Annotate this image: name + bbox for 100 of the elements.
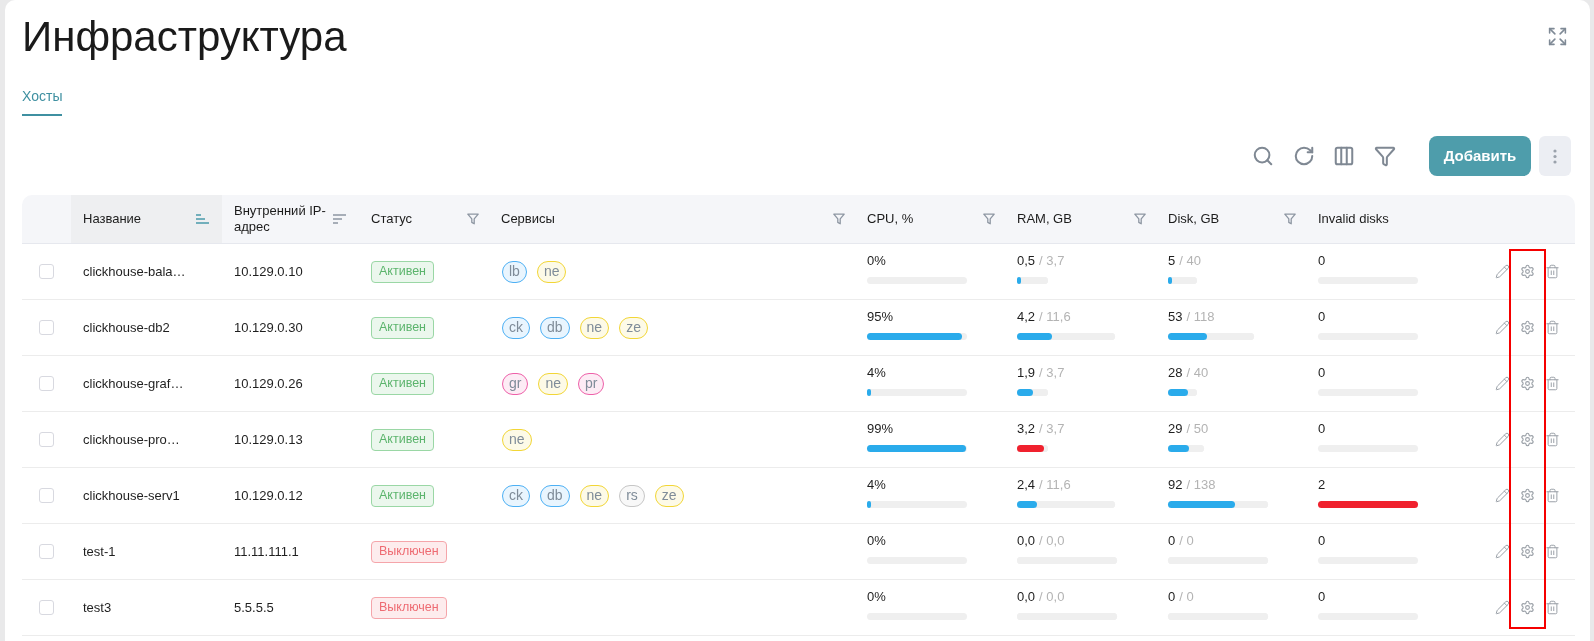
sort-icon[interactable]: [333, 214, 346, 224]
service-tag: ck: [502, 484, 530, 507]
ip-address: 10.129.0.26: [234, 374, 303, 393]
filter-icon[interactable]: [983, 213, 995, 225]
status-badge: Активен: [371, 372, 434, 395]
invalid-disks-count: 2: [1318, 477, 1326, 492]
kebab-icon: [1553, 148, 1557, 164]
row-checkbox[interactable]: [39, 432, 54, 447]
service-tag: ne: [579, 316, 610, 339]
disk-used: 0: [1168, 589, 1176, 605]
service-tag: rs: [619, 484, 645, 507]
pencil-icon[interactable]: [1495, 376, 1510, 391]
ram-total: / 11,6: [1039, 309, 1071, 325]
host-name: test-1: [83, 542, 116, 561]
column-title: Название: [83, 211, 142, 227]
gear-icon[interactable]: [1520, 544, 1535, 559]
disk-used: 53: [1168, 309, 1183, 325]
cpu-usage: 95%: [867, 309, 894, 324]
gear-icon[interactable]: [1520, 264, 1535, 279]
disk-used: 0: [1168, 533, 1176, 549]
invalid-disks-count: 0: [1318, 421, 1326, 436]
filter-icon[interactable]: [1374, 145, 1396, 167]
row-checkbox[interactable]: [39, 376, 54, 391]
trash-icon[interactable]: [1545, 376, 1560, 391]
trash-icon[interactable]: [1545, 488, 1560, 503]
row-checkbox[interactable]: [39, 544, 54, 559]
pencil-icon[interactable]: [1495, 264, 1510, 279]
row-checkbox[interactable]: [39, 488, 54, 503]
add-button[interactable]: Добавить: [1429, 136, 1531, 176]
ip-address: 5.5.5.5: [234, 598, 274, 617]
disk-total: / 0: [1179, 589, 1194, 605]
service-tag: ne: [538, 372, 569, 395]
ram-total: / 3,7: [1039, 365, 1065, 381]
disk-used: 92: [1168, 477, 1183, 493]
invalid-disks-count: 0: [1318, 589, 1326, 604]
ip-address: 10.129.0.10: [234, 262, 303, 281]
row-checkbox[interactable]: [39, 320, 54, 335]
trash-icon[interactable]: [1545, 320, 1560, 335]
pencil-icon[interactable]: [1495, 432, 1510, 447]
search-icon[interactable]: [1252, 145, 1274, 167]
ip-address: 10.129.0.30: [234, 318, 303, 337]
ram-used: 3,2: [1017, 421, 1036, 437]
ram-used: 0,5: [1017, 253, 1036, 269]
more-button[interactable]: [1539, 136, 1571, 176]
cpu-usage: 4%: [867, 365, 886, 380]
refresh-icon[interactable]: [1293, 145, 1315, 167]
host-name: clickhouse-serv1: [83, 486, 180, 505]
cpu-usage: 99%: [867, 421, 894, 436]
host-name: test3: [83, 598, 112, 617]
pencil-icon[interactable]: [1495, 544, 1510, 559]
status-badge: Активен: [371, 428, 434, 451]
service-tag: ne: [502, 428, 532, 451]
disk-total: / 40: [1179, 253, 1201, 269]
cpu-usage: 0%: [867, 589, 886, 604]
service-tag: lb: [502, 260, 527, 283]
ip-address: 11.11.111.1: [234, 542, 299, 561]
column-title: Статус: [371, 211, 413, 227]
status-badge: Выключен: [371, 596, 447, 619]
pencil-icon[interactable]: [1495, 600, 1510, 615]
gear-icon[interactable]: [1520, 488, 1535, 503]
page-title: Инфраструктура: [22, 12, 347, 62]
pencil-icon[interactable]: [1495, 320, 1510, 335]
row-checkbox[interactable]: [39, 264, 54, 279]
cpu-usage: 4%: [867, 477, 886, 492]
invalid-disks-count: 0: [1318, 533, 1326, 548]
columns-icon[interactable]: [1333, 145, 1355, 167]
column-title: Disk, GB: [1168, 211, 1220, 227]
gear-icon[interactable]: [1520, 376, 1535, 391]
service-tag: db: [540, 484, 570, 507]
service-tag: db: [540, 316, 570, 339]
ram-total: / 11,6: [1039, 477, 1071, 493]
column-title: Invalid disks: [1318, 211, 1389, 227]
filter-icon[interactable]: [1134, 213, 1146, 225]
filter-icon[interactable]: [467, 213, 479, 225]
invalid-disks-count: 0: [1318, 309, 1326, 324]
ram-used: 1,9: [1017, 365, 1036, 381]
gear-icon[interactable]: [1520, 600, 1535, 615]
expand-icon[interactable]: [1547, 26, 1568, 47]
ram-total: / 0,0: [1039, 589, 1065, 605]
sort-icon[interactable]: [196, 214, 209, 224]
filter-icon[interactable]: [833, 213, 845, 225]
tab[interactable]: Хосты: [22, 86, 63, 116]
service-tag: pr: [578, 372, 605, 395]
cpu-usage: 0%: [867, 253, 886, 268]
host-name: clickhouse-graf…: [83, 374, 184, 393]
column-title: CPU, %: [867, 211, 914, 227]
filter-icon[interactable]: [1284, 213, 1296, 225]
status-badge: Активен: [371, 484, 434, 507]
row-checkbox[interactable]: [39, 600, 54, 615]
trash-icon[interactable]: [1545, 432, 1560, 447]
service-tag: gr: [502, 372, 529, 395]
gear-icon[interactable]: [1520, 432, 1535, 447]
trash-icon[interactable]: [1545, 264, 1560, 279]
trash-icon[interactable]: [1545, 544, 1560, 559]
pencil-icon[interactable]: [1495, 488, 1510, 503]
trash-icon[interactable]: [1545, 600, 1560, 615]
ram-used: 4,2: [1017, 309, 1036, 325]
disk-used: 28: [1168, 365, 1183, 381]
gear-icon[interactable]: [1520, 320, 1535, 335]
status-badge: Активен: [371, 316, 434, 339]
